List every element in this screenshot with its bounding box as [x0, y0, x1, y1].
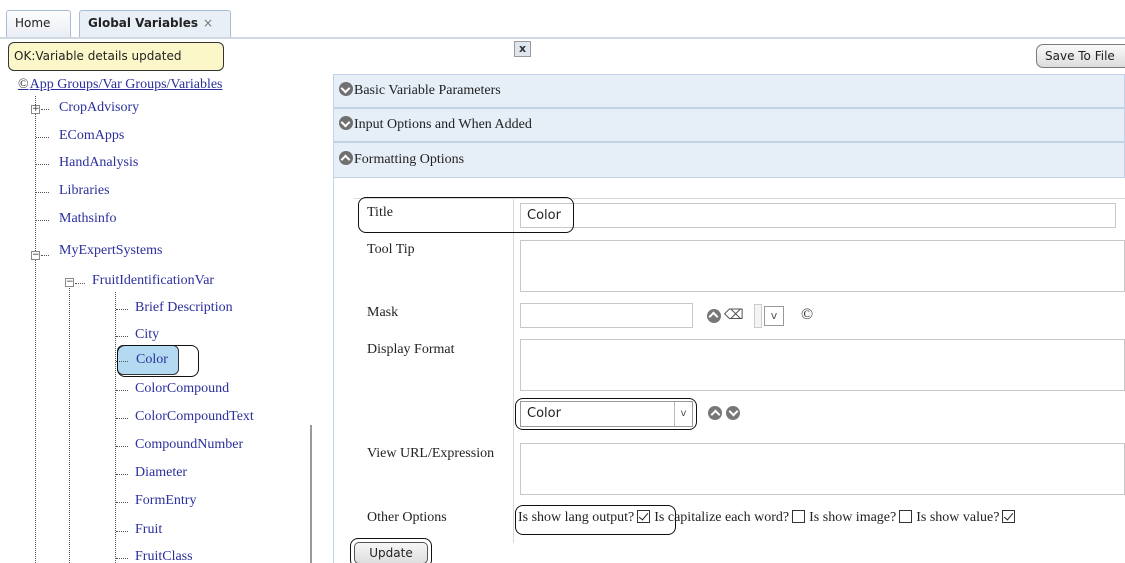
accordion-basic-variable-parameters[interactable]: Basic Variable Parameters — [333, 74, 1125, 108]
refresh-icon[interactable]: © — [18, 77, 29, 92]
title-callout — [358, 197, 574, 233]
tree-connector — [41, 255, 49, 256]
expand-icon[interactable]: + — [31, 105, 40, 114]
mask-dropdown-button[interactable]: v — [764, 306, 784, 326]
chevron-up-icon — [339, 151, 353, 165]
option-show-image-checkbox[interactable] — [899, 510, 913, 523]
tree-item-colorcompound[interactable]: ColorCompound — [135, 380, 229, 398]
color-callout — [117, 345, 199, 377]
tree-root-link[interactable]: ©App Groups/Var Groups/Variables — [18, 76, 223, 94]
tree-connector — [36, 137, 49, 138]
tooltip-label: Tool Tip — [367, 242, 415, 257]
save-to-file-button[interactable]: Save To File — [1036, 44, 1125, 68]
option-show-value-label: Is show value? — [916, 510, 1000, 525]
tree-item-myexpertsystems[interactable]: MyExpertSystems — [59, 242, 162, 260]
tree-item-mathsinfo[interactable]: Mathsinfo — [59, 210, 117, 228]
mask-dropdown-spacer — [754, 304, 762, 328]
tree-item-brief-description[interactable]: Brief Description — [135, 299, 233, 317]
other-options-label: Other Options — [367, 510, 447, 525]
view-url-textarea[interactable] — [520, 443, 1125, 495]
accordion-formatting-label: Formatting Options — [354, 152, 465, 167]
tree-connector — [36, 164, 49, 165]
clear-icon[interactable]: ⌫ — [724, 307, 744, 323]
tree-item-city[interactable]: City — [135, 326, 159, 344]
tree-item-cropadvisory[interactable]: CropAdvisory — [59, 99, 139, 117]
option-show-value-checkbox[interactable] — [1002, 510, 1016, 523]
tree-item-compoundnumber[interactable]: CompoundNumber — [135, 436, 243, 454]
title-input[interactable] — [520, 203, 1116, 228]
move-up-icon[interactable] — [708, 406, 722, 420]
tree-guide — [115, 292, 116, 563]
view-url-label: View URL/Expression — [367, 446, 495, 461]
move-down-icon[interactable] — [726, 406, 740, 420]
tree-root-label: App Groups/Var Groups/Variables — [29, 77, 223, 92]
tree-connector — [36, 220, 49, 221]
tree-connector — [116, 336, 128, 337]
update-button[interactable]: Update — [354, 542, 428, 563]
status-message: OK:Variable details updated — [8, 42, 224, 71]
tree-item-libraries[interactable]: Libraries — [59, 182, 110, 200]
option-capitalize-checkbox[interactable] — [792, 510, 806, 523]
tree-connector — [36, 192, 49, 193]
accordion-input-options[interactable]: Input Options and When Added — [333, 108, 1125, 142]
tree-guide — [35, 96, 36, 563]
tab-global-variables[interactable]: Global Variables × — [79, 10, 231, 37]
tree-scrollbar[interactable] — [310, 425, 312, 563]
show-lang-output-callout — [515, 505, 676, 535]
status-close-button[interactable]: x — [514, 41, 531, 57]
tree-connector — [116, 309, 128, 310]
tree-item-ecomapps[interactable]: EComApps — [59, 127, 124, 145]
tree-connector — [75, 283, 85, 284]
accordion-basic-label: Basic Variable Parameters — [354, 83, 501, 98]
tab-home[interactable]: Home — [6, 10, 71, 37]
accordion-input-label: Input Options and When Added — [354, 117, 532, 132]
tree-item-colorcompoundtext[interactable]: ColorCompoundText — [135, 408, 254, 426]
tree-item-fruitclass[interactable]: FruitClass — [135, 548, 193, 563]
tab-divider — [0, 37, 1125, 39]
tree-item-fruit[interactable]: Fruit — [135, 521, 162, 539]
tree-connector — [116, 531, 128, 532]
tree-connector — [116, 474, 128, 475]
chevron-down-icon — [339, 82, 353, 96]
tree-item-fruitidentificationvar[interactable]: FruitIdentificationVar — [92, 272, 214, 290]
display-format-textarea[interactable] — [520, 339, 1125, 391]
display-format-label: Display Format — [367, 342, 455, 357]
accordion-formatting-options[interactable]: Formatting Options — [333, 142, 1125, 178]
tab-global-variables-label: Global Variables — [88, 16, 199, 30]
tree-connector — [41, 109, 49, 110]
collapse-icon[interactable]: − — [31, 251, 40, 260]
tooltip-textarea[interactable] — [520, 240, 1125, 292]
tree-connector — [116, 558, 128, 559]
tree-guide — [69, 284, 70, 563]
tree-item-formentry[interactable]: FormEntry — [135, 492, 196, 510]
tree-item-handanalysis[interactable]: HandAnalysis — [59, 154, 138, 172]
collapse-icon[interactable]: − — [65, 278, 74, 287]
tab-bar: Home Global Variables × — [0, 0, 1125, 37]
form-divider — [513, 198, 514, 543]
tab-home-label: Home — [15, 16, 51, 30]
tab-close-icon[interactable]: × — [203, 16, 213, 30]
tree-item-diameter[interactable]: Diameter — [135, 464, 187, 482]
chevron-down-icon — [339, 116, 353, 130]
refresh-icon[interactable]: © — [801, 306, 813, 324]
option-show-image-label: Is show image? — [809, 510, 897, 525]
tree-connector — [116, 502, 128, 503]
tree-connector — [116, 446, 128, 447]
tree-connector — [116, 390, 128, 391]
tree-connector — [116, 418, 128, 419]
mask-input[interactable] — [520, 303, 693, 328]
chevron-left-icon[interactable] — [707, 309, 721, 323]
mask-label: Mask — [367, 305, 399, 320]
display-variable-callout — [515, 398, 697, 430]
